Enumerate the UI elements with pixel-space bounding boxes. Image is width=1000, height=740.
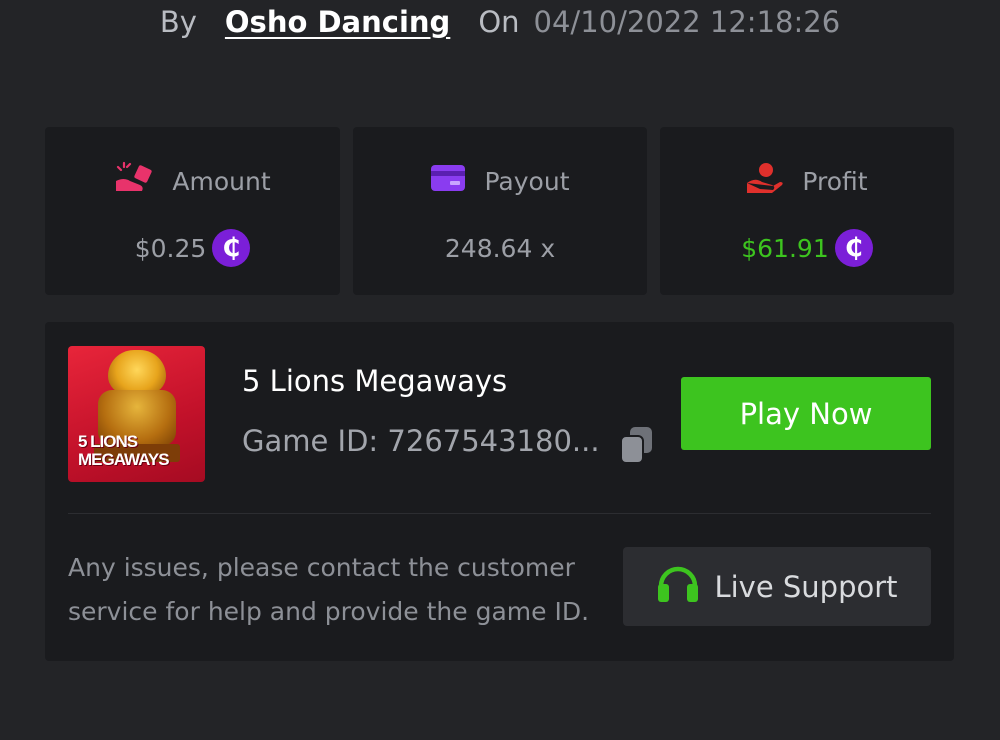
live-support-button[interactable]: Live Support xyxy=(623,547,931,626)
card-icon xyxy=(430,163,466,199)
bet-byline: By Osho Dancing On 04/10/2022 12:18:26 xyxy=(0,0,1000,44)
amount-value: $0.25 xyxy=(134,233,207,263)
profit-hand-icon xyxy=(746,161,784,201)
on-label: On xyxy=(478,5,520,39)
game-card: 5 LIONS MEGAWAYS 5 Lions Megaways Game I… xyxy=(45,322,954,661)
coin-icon: ₵ xyxy=(212,229,251,267)
play-now-button[interactable]: Play Now xyxy=(681,377,931,450)
amount-header: Amount xyxy=(45,161,340,201)
profit-label: Profit xyxy=(802,166,868,196)
profit-card: Profit $61.91 ₵ xyxy=(660,127,954,295)
thumbnail-title-line2: MEGAWAYS xyxy=(78,450,170,469)
amount-label: Amount xyxy=(172,166,271,196)
amount-hand-icon xyxy=(114,161,154,201)
payout-value: 248.64 x xyxy=(444,233,556,263)
author-link[interactable]: Osho Dancing xyxy=(225,5,450,39)
lion-head-art xyxy=(108,350,166,394)
coin-icon: ₵ xyxy=(834,229,873,267)
headset-icon xyxy=(656,562,700,611)
game-id: Game ID: 7267543180... xyxy=(242,424,600,458)
copy-icon[interactable] xyxy=(618,425,656,465)
bet-datetime: 04/10/2022 12:18:26 xyxy=(533,5,841,39)
payout-label: Payout xyxy=(484,166,570,196)
profit-header: Profit xyxy=(660,163,954,199)
thumbnail-title-line1: 5 LIONS xyxy=(78,432,138,451)
payout-header: Payout xyxy=(353,163,647,199)
divider xyxy=(68,513,931,514)
payout-card: Payout 248.64 x xyxy=(353,127,647,295)
payout-value-row: 248.64 x xyxy=(353,229,647,267)
live-support-label: Live Support xyxy=(714,569,898,604)
support-help-text: Any issues, please contact the customer … xyxy=(68,553,590,626)
profit-value: $61.91 xyxy=(741,233,829,263)
game-title: 5 Lions Megaways xyxy=(242,364,508,398)
profit-value-row: $61.91 ₵ xyxy=(660,229,954,267)
amount-value-row: $0.25 ₵ xyxy=(45,229,340,267)
game-thumbnail[interactable]: 5 LIONS MEGAWAYS xyxy=(68,346,205,482)
by-label: By xyxy=(159,5,197,39)
amount-card: Amount $0.25 ₵ xyxy=(45,127,340,295)
